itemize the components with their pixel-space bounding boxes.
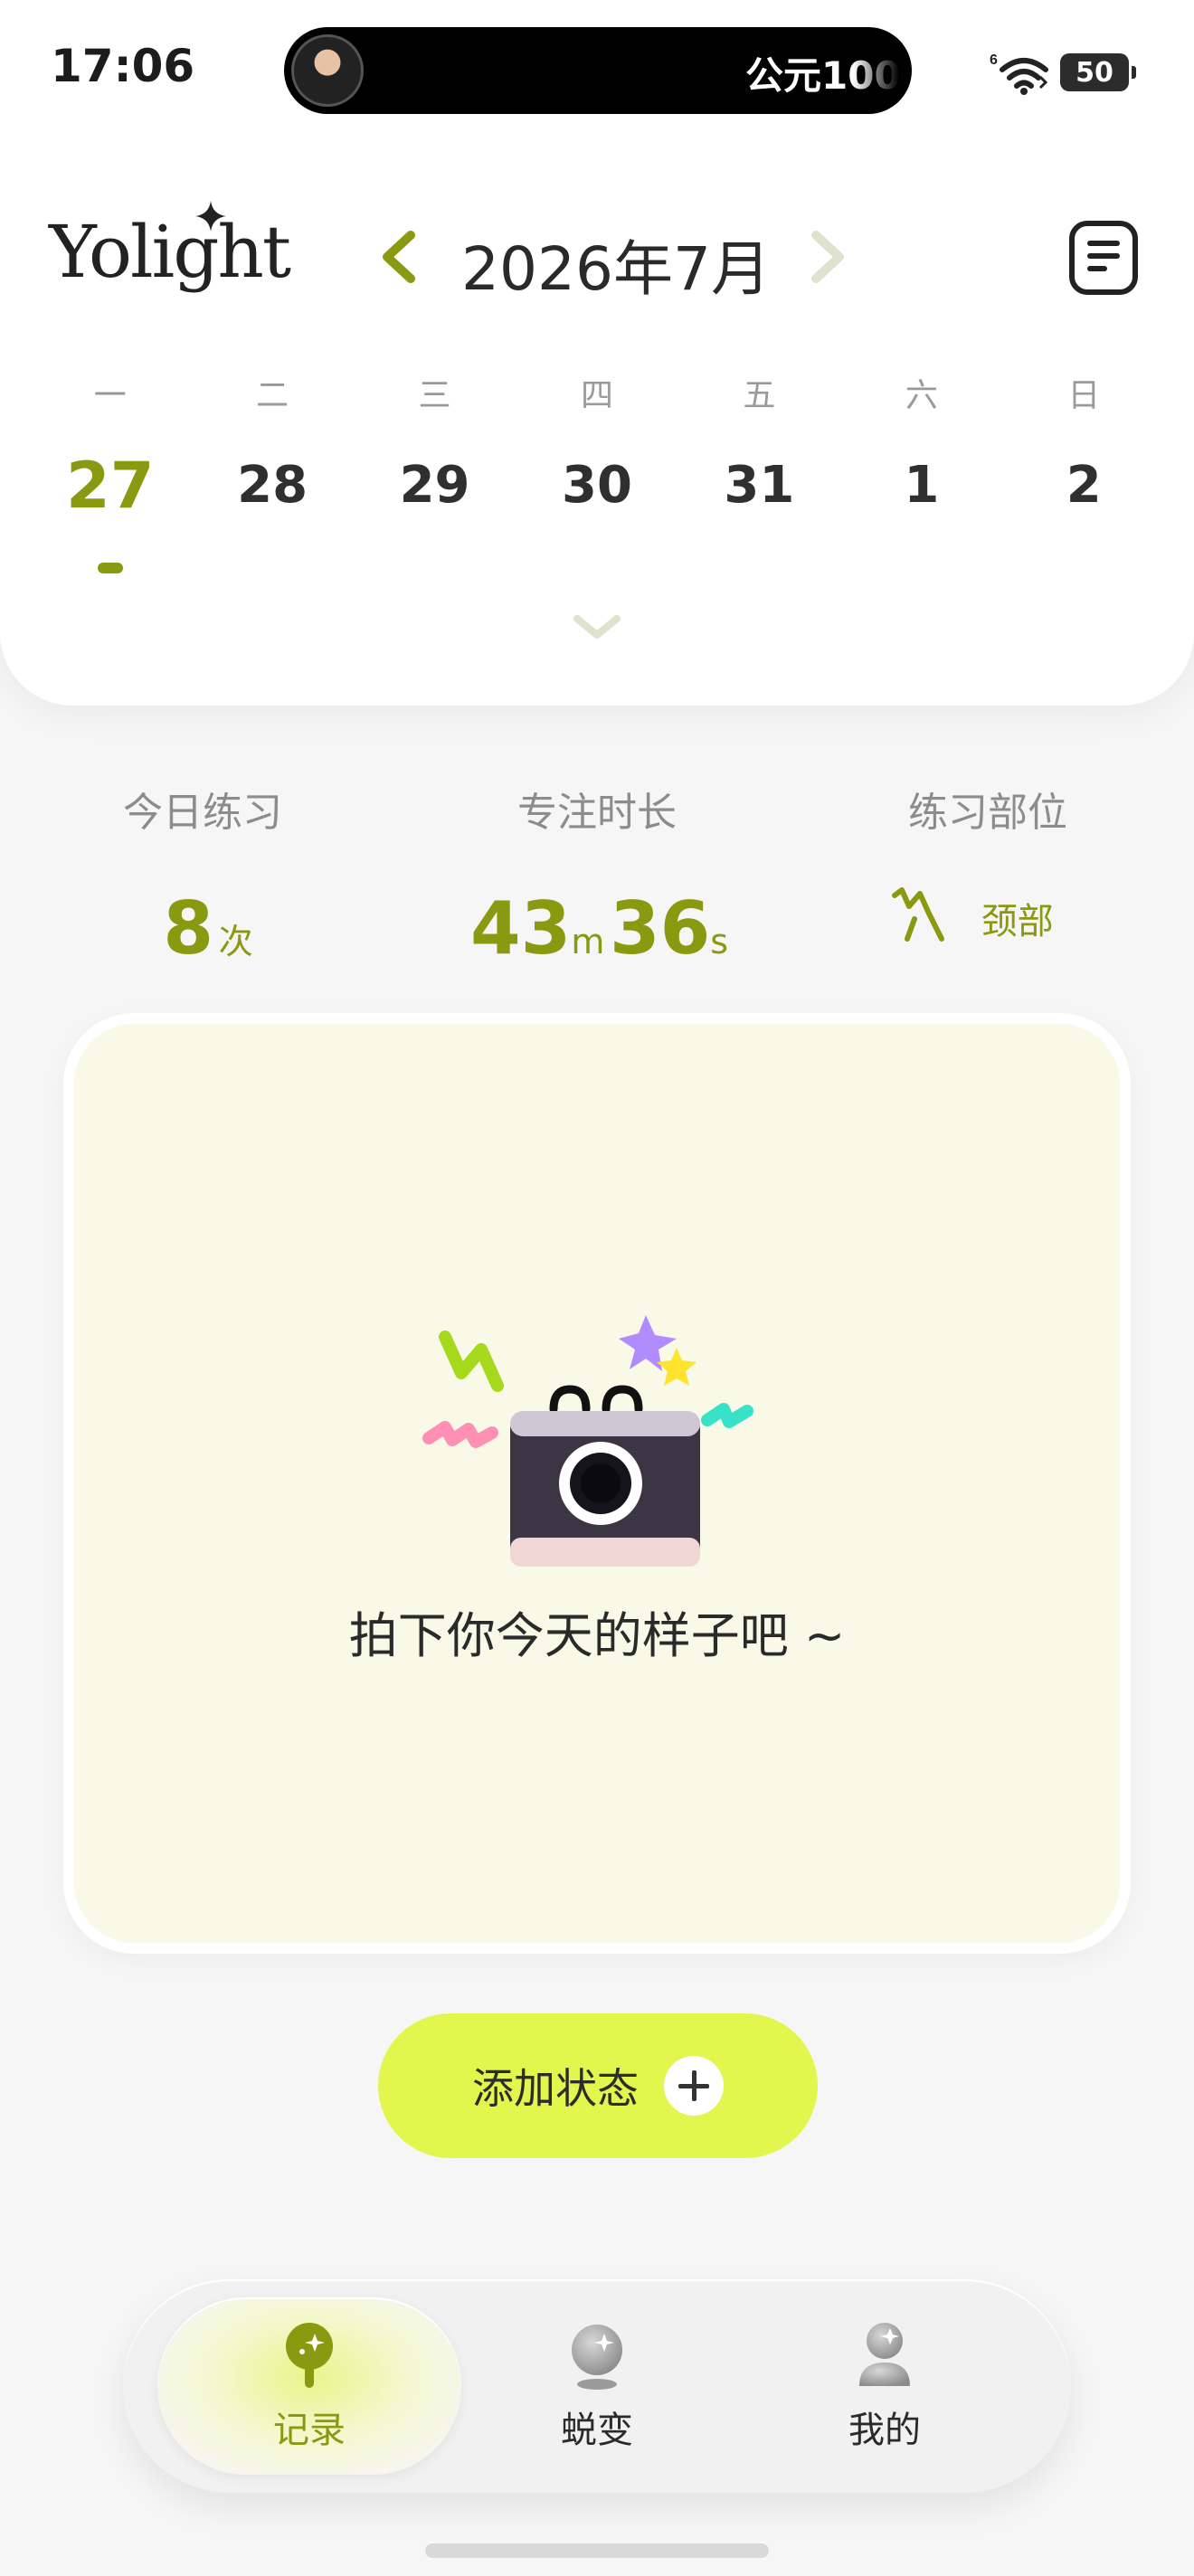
status-time: 17:06 xyxy=(51,40,195,92)
practice-count: 8 次 xyxy=(163,886,253,971)
tab-label: 记录 xyxy=(273,2410,346,2451)
month-title: 2026年7月 xyxy=(461,234,771,304)
weekday-label: 四 xyxy=(580,377,613,414)
weekday-label: 五 xyxy=(743,377,776,414)
battery-level: 50 xyxy=(1076,56,1113,89)
date-number: 27 xyxy=(66,449,155,523)
weekday-label: 三 xyxy=(418,377,451,414)
date-cell[interactable]: 1 xyxy=(840,456,1002,582)
home-indicator[interactable] xyxy=(425,2543,769,2558)
selected-indicator xyxy=(97,563,123,573)
date-cell[interactable]: 30 xyxy=(516,456,678,582)
stat-practice-label: 今日练习 xyxy=(123,790,282,836)
dynamic-island[interactable]: 公元100 xyxy=(284,27,912,114)
date-cell[interactable]: 31 xyxy=(678,456,840,582)
camera-illustration xyxy=(422,1315,753,1567)
date-row: 27 28 29 30 31 1 2 xyxy=(29,449,1165,582)
battery-icon: 50 xyxy=(1060,53,1136,91)
weekday-label: 二 xyxy=(256,377,289,414)
avatar xyxy=(291,34,364,107)
photo-prompt: 拍下你今天的样子吧 ~ xyxy=(348,1607,846,1664)
date-number: 30 xyxy=(562,456,632,515)
app-logo: Yolight xyxy=(49,210,291,294)
focus-duration: 43m 36s xyxy=(470,886,729,971)
tab-label: 我的 xyxy=(848,2410,921,2451)
list-icon[interactable] xyxy=(1069,221,1138,295)
weekday-label: 一 xyxy=(93,377,127,414)
date-cell[interactable]: 28 xyxy=(191,456,353,582)
date-number: 1 xyxy=(904,456,940,515)
date-number: 28 xyxy=(237,456,308,515)
sparkle-icon xyxy=(195,201,226,232)
add-status-button[interactable]: 添加状态 xyxy=(378,2013,818,2158)
stat-focus-label: 专注时长 xyxy=(517,790,677,836)
profile-icon xyxy=(859,2323,910,2386)
signal-label: 6 xyxy=(990,52,998,68)
tab-record[interactable]: 记录 xyxy=(157,2297,461,2475)
chevron-left-icon[interactable] xyxy=(376,230,422,284)
tab-transform[interactable]: 蜕变 xyxy=(445,2297,749,2475)
plus-icon xyxy=(664,2056,724,2116)
chevron-right-icon[interactable] xyxy=(805,230,850,284)
transform-icon xyxy=(572,2325,622,2390)
date-number: 29 xyxy=(399,456,470,515)
tab-label: 蜕变 xyxy=(561,2410,633,2451)
live-activity-text: 公元100 xyxy=(745,53,899,98)
chevron-down-icon[interactable] xyxy=(572,611,622,642)
weekday-label: 六 xyxy=(905,377,938,414)
tab-profile[interactable]: 我的 xyxy=(733,2297,1037,2475)
date-cell[interactable]: 29 xyxy=(354,456,516,582)
bottom-tab-bar: 记录 蜕变 我的 xyxy=(123,2279,1071,2493)
date-cell-selected[interactable]: 27 xyxy=(29,449,191,582)
weekday-row: 一 二 三 四 五 六 日 xyxy=(29,369,1165,416)
date-cell[interactable]: 2 xyxy=(1003,456,1165,582)
neck-pose-icon xyxy=(892,887,945,942)
weekday-label: 日 xyxy=(1067,377,1101,414)
stat-part-label: 练习部位 xyxy=(908,790,1067,836)
wifi-icon: 6 xyxy=(990,52,1048,95)
date-number: 31 xyxy=(724,456,795,515)
date-number: 2 xyxy=(1066,456,1102,515)
add-status-label: 添加状态 xyxy=(472,2064,639,2113)
record-icon xyxy=(286,2323,333,2388)
status-icons: 6 50 xyxy=(990,45,1136,99)
practice-part: 颈部 xyxy=(836,886,1107,946)
